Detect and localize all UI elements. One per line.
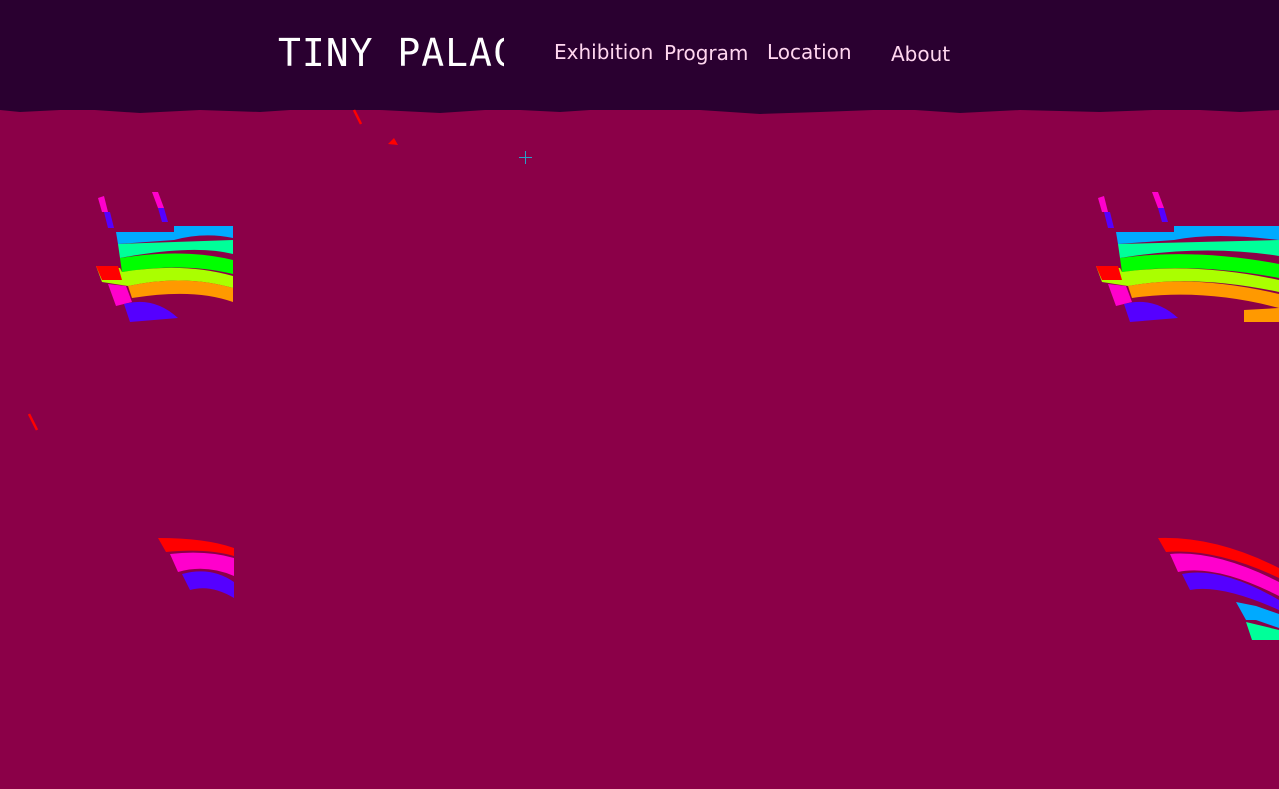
site-logo[interactable]: TINY PALACE xyxy=(278,28,504,74)
nav-link-exhibition[interactable]: Exhibition xyxy=(554,40,653,64)
rainbow-art-bottom-right xyxy=(1158,537,1279,640)
nav-link-about[interactable]: About xyxy=(891,42,950,66)
crosshair-icon xyxy=(519,151,532,164)
page: TINY PALACE Exhibition Program Location … xyxy=(0,0,1279,789)
logo-text: TINY PALACE xyxy=(278,31,504,74)
rainbow-art-top-left xyxy=(96,192,233,322)
nav-link-program[interactable]: Program xyxy=(664,41,748,65)
header-wavy-edge xyxy=(0,100,1279,114)
stray-mark-top xyxy=(352,109,398,145)
stray-mark-left xyxy=(27,413,39,431)
rainbow-art-bottom-left xyxy=(158,538,234,598)
nav-link-location[interactable]: Location xyxy=(767,40,852,64)
rainbow-art-top-right xyxy=(1096,192,1279,322)
